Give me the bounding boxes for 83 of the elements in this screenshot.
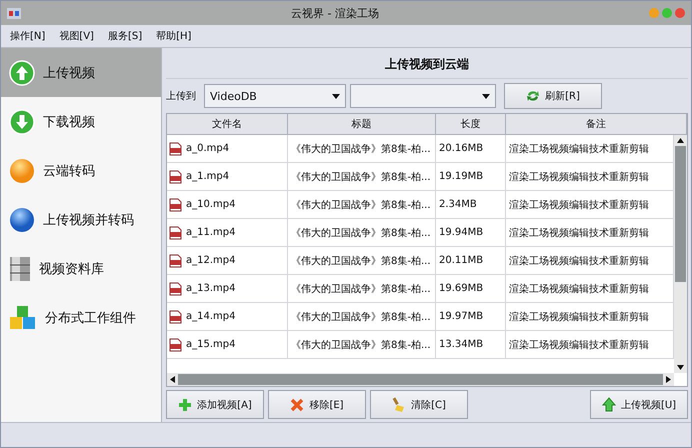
database-icon <box>9 256 31 282</box>
table-cell: a_15.mp4 <box>186 339 236 350</box>
panel-heading: 上传视频到云端 <box>166 50 688 79</box>
target-dropdown[interactable]: VideoDB <box>204 84 346 108</box>
table-cell-text: 渲染工场视频编辑技术重新剪辑 <box>509 254 649 268</box>
column-header[interactable]: 长度 <box>436 114 506 134</box>
table-cell-text: 《伟大的卫国战争》第8集-柏... <box>291 226 431 240</box>
scroll-down-icon[interactable] <box>677 365 684 370</box>
target-label: 上传到 <box>166 90 197 103</box>
table-cell-text: 渲染工场视频编辑技术重新剪辑 <box>509 282 649 296</box>
scroll-left-icon[interactable] <box>170 376 175 383</box>
add-video-button[interactable]: 添加视频[A] <box>166 390 264 419</box>
app-icon <box>7 8 21 18</box>
x-icon <box>290 398 304 412</box>
remove-button[interactable]: 移除[E] <box>268 390 366 419</box>
table-cell: 20.16MB <box>439 143 484 154</box>
table-cell-text: 渲染工场视频编辑技术重新剪辑 <box>509 170 649 184</box>
table-cell-text: 渲染工场视频编辑技术重新剪辑 <box>509 338 649 352</box>
video-file-icon <box>169 226 182 240</box>
table-cell: 19.19MB <box>439 171 484 182</box>
sidebar-item[interactable]: 上传视频 <box>1 48 161 97</box>
table-cell: 19.69MB <box>439 283 484 294</box>
video-file-icon <box>169 310 182 324</box>
menu-item[interactable]: 操作[N] <box>10 29 46 43</box>
clear-button[interactable]: 清除[C] <box>370 390 468 419</box>
table-cell: a_1.mp4 <box>186 171 230 182</box>
refresh-button[interactable]: 刷新[R] <box>504 83 602 109</box>
video-file-icon <box>169 254 182 268</box>
table-cell-text: 《伟大的卫国战争》第8集-柏... <box>291 310 431 324</box>
horizontal-scrollbar[interactable] <box>167 373 674 386</box>
table-cell-text: 《伟大的卫国战争》第8集-柏... <box>291 338 431 352</box>
video-file-icon <box>169 198 182 212</box>
table-cell: 20.11MB <box>439 255 484 266</box>
table-cell: a_12.mp4 <box>186 255 236 266</box>
table-cell: a_13.mp4 <box>186 283 236 294</box>
video-file-icon <box>169 170 182 184</box>
menu-item[interactable]: 帮助[H] <box>156 29 192 43</box>
table-cell: 2.34MB <box>439 199 477 210</box>
menu-item[interactable]: 服务[S] <box>108 29 142 43</box>
scroll-up-icon[interactable] <box>677 138 684 143</box>
table-cell-text: 《伟大的卫国战争》第8集-柏... <box>291 282 431 296</box>
secondary-dropdown[interactable] <box>350 84 496 108</box>
refresh-icon <box>526 90 540 102</box>
close-button[interactable] <box>675 8 685 18</box>
sphere-icon <box>9 158 35 184</box>
vertical-scrollbar[interactable] <box>674 135 687 373</box>
table-cell: a_0.mp4 <box>186 143 230 154</box>
sidebar-item[interactable]: 视频资料库 <box>1 244 161 293</box>
table-cell: 19.94MB <box>439 227 484 238</box>
table-cell: a_11.mp4 <box>186 227 236 238</box>
sidebar-item[interactable]: 下载视频 <box>1 97 161 146</box>
table-cell-text: 渲染工场视频编辑技术重新剪辑 <box>509 310 649 324</box>
table-cell-text: 渲染工场视频编辑技术重新剪辑 <box>509 142 649 156</box>
globe-sphere-icon <box>9 206 35 232</box>
up-arrow-icon <box>602 397 616 412</box>
table-cell-text: 《伟大的卫国战争》第8集-柏... <box>291 142 431 156</box>
caret-icon <box>482 94 490 98</box>
table-cell-text: 《伟大的卫国战争》第8集-柏... <box>291 170 431 184</box>
sidebar-item[interactable]: 云端转码 <box>1 146 161 195</box>
table-cell-text: 渲染工场视频编辑技术重新剪辑 <box>509 226 649 240</box>
column-header[interactable]: 备注 <box>506 114 687 134</box>
sidebar-item[interactable]: 上传视频并转码 <box>1 195 161 244</box>
broom-icon <box>392 396 406 412</box>
table-cell-text: 《伟大的卫国战争》第8集-柏... <box>291 198 431 212</box>
menu-item[interactable]: 视图[V] <box>59 29 94 43</box>
table-cell: 19.97MB <box>439 311 484 322</box>
sidebar-item[interactable]: 分布式工作组件 <box>1 293 161 342</box>
plus-icon <box>178 398 192 412</box>
caret-icon <box>332 94 340 98</box>
column-header[interactable]: 标题 <box>288 114 436 134</box>
table-cell-text: 渲染工场视频编辑技术重新剪辑 <box>509 198 649 212</box>
window-title: 云视界 - 渲染工场 <box>290 6 380 20</box>
table-cell: 13.34MB <box>439 339 484 350</box>
video-file-icon <box>169 338 182 352</box>
table-cell: a_10.mp4 <box>186 199 236 210</box>
upload-video-button[interactable]: 上传视频[U] <box>590 390 688 419</box>
column-header[interactable]: 文件名 <box>167 114 288 134</box>
table-cell: a_14.mp4 <box>186 311 236 322</box>
video-file-icon <box>169 282 182 296</box>
scroll-right-icon[interactable] <box>666 376 671 383</box>
video-file-icon <box>169 142 182 156</box>
cubes-icon <box>9 304 37 330</box>
table-cell-text: 《伟大的卫国战争》第8集-柏... <box>291 254 431 268</box>
